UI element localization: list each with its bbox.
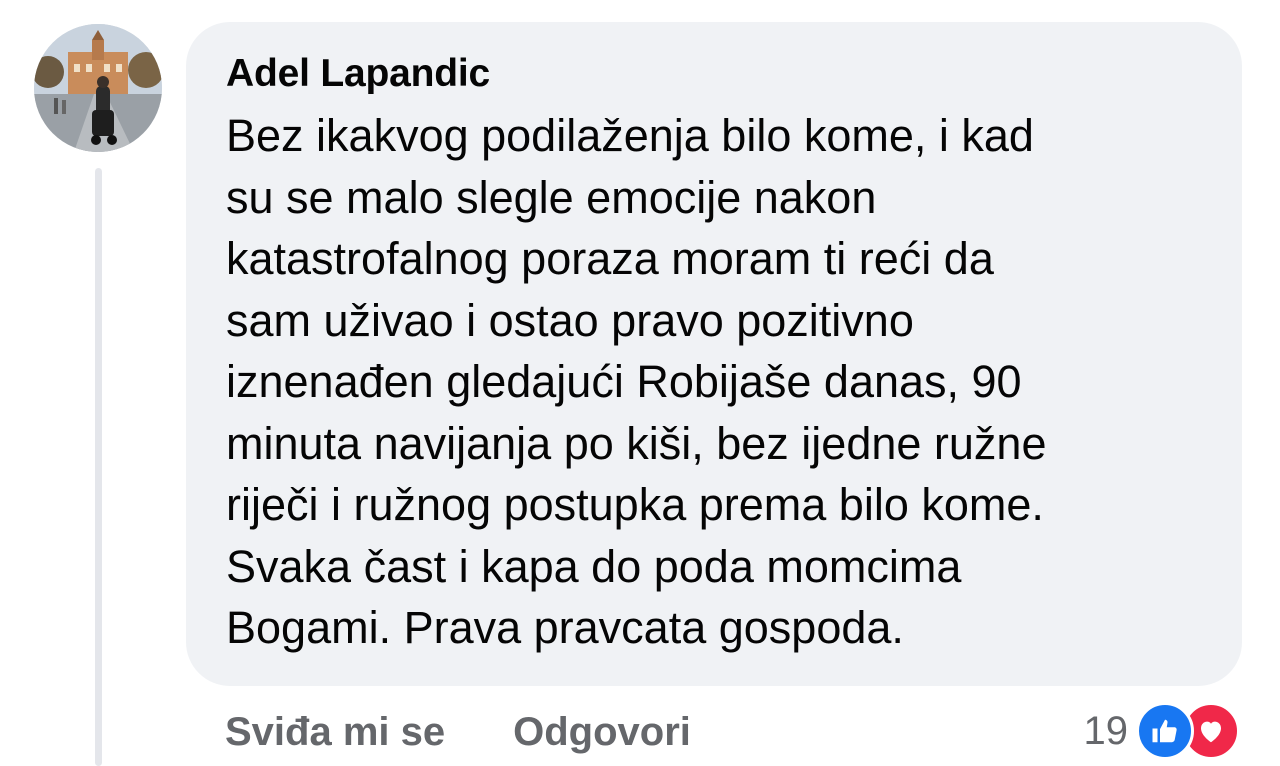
like-icon xyxy=(1136,702,1194,760)
comment-text-line: su se malo slegle emocije nakon xyxy=(226,171,877,223)
comment-text-line: Bogami. Prava pravcata gospoda. xyxy=(226,602,904,653)
comment-text-line: sam uživao i ostao pravo pozitivno xyxy=(226,294,914,346)
comment-text: Bez ikakvog podilaženja bilo kome, i kad… xyxy=(226,105,1206,659)
comment-text-line: iznenađen gledajući Robijaše danas, 90 xyxy=(226,356,1022,407)
comment-bubble: Adel Lapandic Bez ikakvog podilaženja bi… xyxy=(186,22,1242,686)
comment-text-line: Svaka čast i kapa do poda momcima xyxy=(226,540,962,592)
avatar[interactable] xyxy=(34,24,162,152)
thread-line xyxy=(95,168,102,766)
like-button[interactable]: Sviđa mi se xyxy=(225,706,445,758)
reaction-count: 19 xyxy=(1083,709,1129,753)
comment-text-line: Bez ikakvog podilaženja bilo kome, i kad xyxy=(226,110,1034,161)
comment-text-line: minuta navijanja po kiši, bez ijedne ruž… xyxy=(226,417,1047,469)
avatar-photo xyxy=(34,24,162,152)
comment-view: Adel Lapandic Bez ikakvog podilaženja bi… xyxy=(0,0,1280,766)
comment-author-name[interactable]: Adel Lapandic xyxy=(226,50,1206,98)
comment-text-line: katastrofalnog poraza moram ti reći da xyxy=(226,233,994,284)
comment-text-line: riječi i ružnog postupka prema bilo kome… xyxy=(226,479,1044,530)
reply-button[interactable]: Odgovori xyxy=(513,706,691,758)
comment-actions: Sviđa mi se Odgovori xyxy=(225,706,691,758)
reactions-summary[interactable]: 19 xyxy=(1083,702,1240,760)
